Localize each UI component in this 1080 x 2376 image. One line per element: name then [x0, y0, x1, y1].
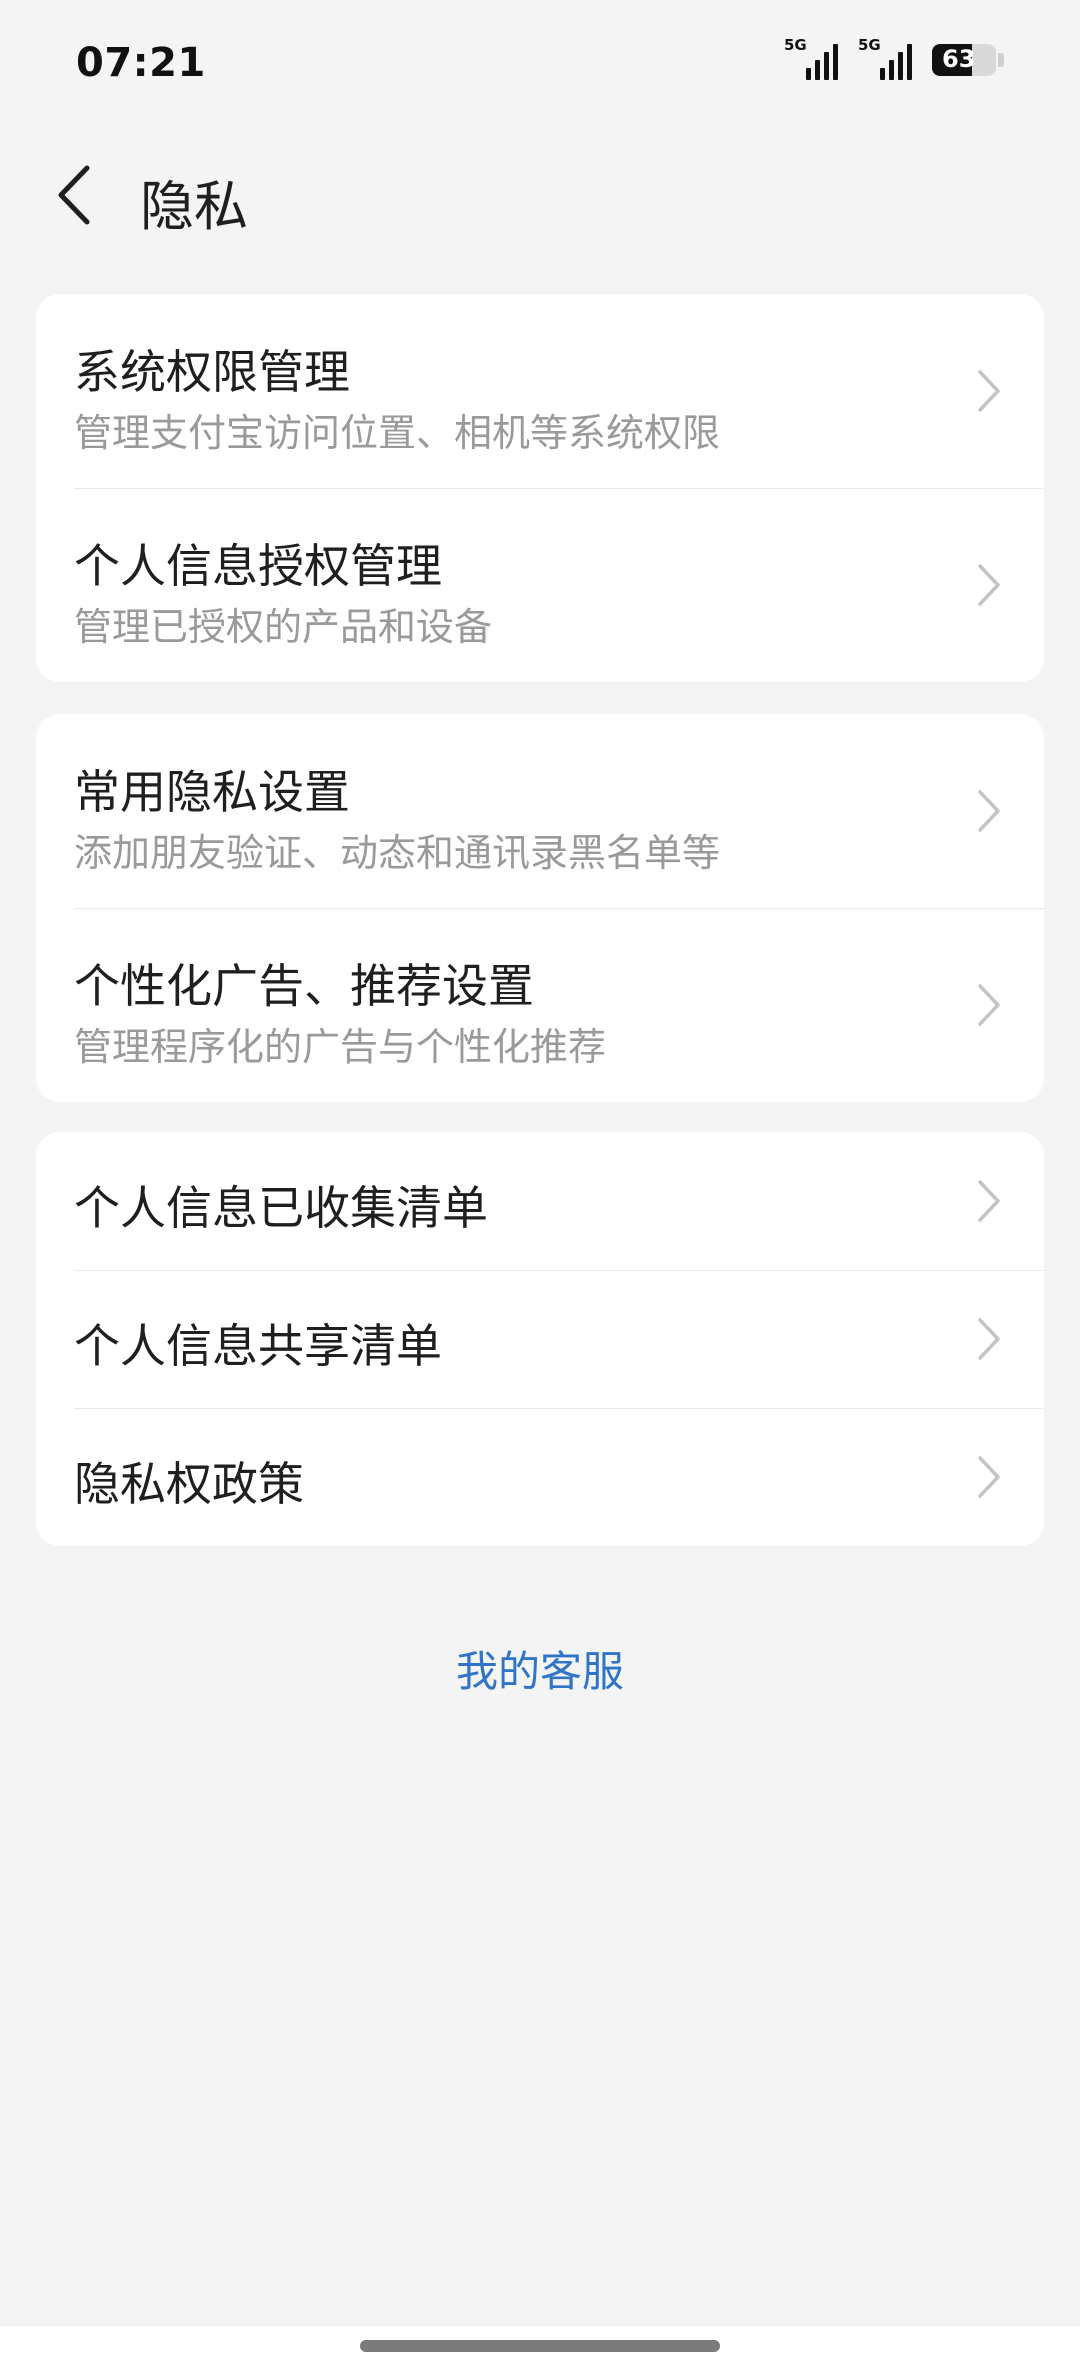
battery-icon: 63: [932, 44, 996, 76]
signal-label: 5G: [784, 36, 807, 54]
status-icons: 5G 5G 63: [784, 36, 1004, 80]
settings-group-permissions: 系统权限管理 管理支付宝访问位置、相机等系统权限 个人信息授权管理 管理已授权的…: [36, 294, 1044, 682]
chevron-right-icon: [978, 370, 1000, 412]
row-privacy-policy[interactable]: 隐私权政策: [36, 1408, 1044, 1546]
row-label: 个人信息共享清单: [74, 1319, 442, 1373]
row-label: 常用隐私设置: [74, 765, 350, 819]
row-description: 管理支付宝访问位置、相机等系统权限: [74, 411, 721, 455]
battery-tip: [998, 53, 1004, 67]
row-common-privacy-settings[interactable]: 常用隐私设置 添加朋友验证、动态和通讯录黑名单等: [36, 714, 1044, 908]
settings-group-lists: 个人信息已收集清单 个人信息共享清单 隐私权政策: [36, 1132, 1044, 1546]
row-label: 系统权限管理: [74, 345, 350, 399]
chevron-right-icon: [978, 790, 1000, 832]
page-title: 隐私: [140, 175, 248, 238]
row-label: 个人信息授权管理: [74, 539, 442, 593]
status-bar: 07:21 5G 5G 63: [0, 0, 1080, 130]
home-indicator[interactable]: [360, 2340, 720, 2352]
row-system-permissions[interactable]: 系统权限管理 管理支付宝访问位置、相机等系统权限: [36, 294, 1044, 488]
row-description: 添加朋友验证、动态和通讯录黑名单等: [74, 831, 721, 875]
chevron-right-icon: [978, 564, 1000, 606]
chevron-right-icon: [978, 1180, 1000, 1222]
row-shared-info-list[interactable]: 个人信息共享清单: [36, 1270, 1044, 1408]
row-label: 隐私权政策: [74, 1457, 304, 1511]
chevron-left-icon: [58, 165, 90, 225]
status-time: 07:21: [76, 40, 206, 86]
signal-5g-data-icon: 5G: [858, 36, 912, 80]
back-button[interactable]: [40, 160, 110, 230]
chevron-right-icon: [978, 1318, 1000, 1360]
settings-group-privacy: 常用隐私设置 添加朋友验证、动态和通讯录黑名单等 个性化广告、推荐设置 管理程序…: [36, 714, 1044, 1102]
chevron-right-icon: [978, 984, 1000, 1026]
signal-5g-icon: 5G: [784, 36, 838, 80]
row-ad-recommendation-settings[interactable]: 个性化广告、推荐设置 管理程序化的广告与个性化推荐: [36, 908, 1044, 1102]
signal-label: 5G: [858, 36, 881, 54]
row-description: 管理已授权的产品和设备: [74, 605, 493, 649]
nav-header: 隐私: [0, 150, 1080, 240]
row-collected-info-list[interactable]: 个人信息已收集清单: [36, 1132, 1044, 1270]
chevron-right-icon: [978, 1456, 1000, 1498]
customer-service-link[interactable]: 我的客服: [0, 1638, 1080, 1699]
row-description: 管理程序化的广告与个性化推荐: [74, 1025, 607, 1069]
battery-level: 63: [942, 45, 976, 73]
row-label: 个性化广告、推荐设置: [74, 959, 534, 1013]
row-label: 个人信息已收集清单: [74, 1181, 488, 1235]
row-personal-info-authorization[interactable]: 个人信息授权管理 管理已授权的产品和设备: [36, 488, 1044, 682]
